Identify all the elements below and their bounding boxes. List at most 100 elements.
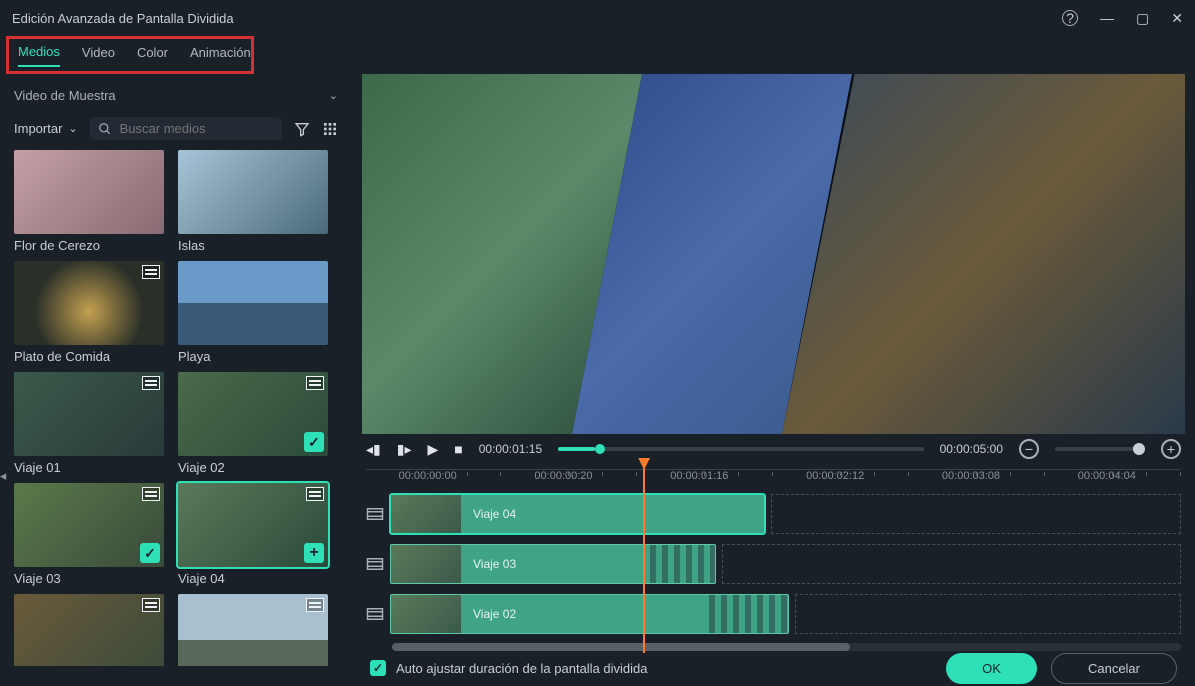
preview-area[interactable]	[362, 74, 1185, 434]
close-button[interactable]: ✕	[1171, 10, 1183, 27]
film-icon	[142, 598, 160, 612]
timeline-clip[interactable]: Viaje 02	[390, 594, 789, 634]
expand-handle-icon[interactable]: ◂	[0, 464, 8, 488]
media-thumb[interactable]	[14, 261, 164, 345]
timeline-track: Viaje 04	[366, 493, 1181, 535]
track-empty-area[interactable]	[771, 494, 1181, 534]
tab-medios[interactable]: Medios	[18, 44, 60, 67]
media-label: Viaje 04	[178, 571, 328, 586]
search-input[interactable]	[120, 121, 274, 136]
video-track-icon	[366, 557, 390, 571]
zoom-slider[interactable]	[1055, 447, 1145, 451]
progress-handle[interactable]	[595, 444, 605, 454]
media-item[interactable]: Viaje 01	[14, 372, 164, 475]
chevron-down-icon: ⌄	[329, 89, 338, 102]
media-label: Viaje 02	[178, 460, 328, 475]
preview-split-3	[782, 74, 1185, 434]
tab-animacion[interactable]: Animación	[190, 45, 251, 66]
ruler-subtick	[976, 472, 977, 476]
ruler-tick-label: 00:00:00:20	[534, 470, 592, 482]
import-button[interactable]: Importar ⌄	[14, 121, 78, 136]
ruler-tick-label: 00:00:01:16	[670, 470, 728, 482]
ruler-subtick	[568, 472, 569, 476]
timeline-scrollbar[interactable]	[392, 643, 1181, 651]
stop-button[interactable]: ■	[454, 441, 462, 457]
media-label: Viaje 03	[14, 571, 164, 586]
total-time: 00:00:05:00	[940, 442, 1003, 456]
media-thumb[interactable]	[178, 261, 328, 345]
ruler-subtick	[1180, 472, 1181, 476]
maximize-button[interactable]: ▢	[1136, 10, 1149, 27]
media-thumb[interactable]	[178, 150, 328, 234]
play-button[interactable]: ▶	[427, 441, 438, 458]
media-sidebar: Video de Muestra ⌄ Importar ⌄ Flor de Ce…	[0, 74, 352, 686]
sidebar-section-header[interactable]: Video de Muestra ⌄	[14, 82, 338, 109]
ruler-subtick	[704, 472, 705, 476]
media-thumb[interactable]	[14, 594, 164, 666]
clip-label: Viaje 02	[473, 607, 516, 621]
auto-adjust-label: Auto ajustar duración de la pantalla div…	[396, 661, 648, 676]
track-empty-area[interactable]	[722, 544, 1181, 584]
cancel-button[interactable]: Cancelar	[1051, 653, 1177, 684]
add-icon[interactable]: +	[304, 543, 324, 563]
tab-video[interactable]: Video	[82, 45, 115, 66]
media-item[interactable]: Plato de Comida	[14, 261, 164, 364]
media-label: Playa	[178, 349, 328, 364]
media-label: Viaje 01	[14, 460, 164, 475]
media-thumb[interactable]	[14, 372, 164, 456]
media-item[interactable]: ✓ Viaje 03	[14, 483, 164, 586]
media-item[interactable]: Flor de Cerezo	[14, 150, 164, 253]
film-icon	[142, 487, 160, 501]
media-item[interactable]: + Viaje 04	[178, 483, 328, 586]
ruler-subtick	[840, 472, 841, 476]
clip-thumb	[391, 545, 461, 583]
media-grid: Flor de CerezoIslasPlato de Comida Playa V…	[14, 150, 338, 666]
ruler-tick: 00:00:03:08	[942, 470, 1000, 482]
film-icon	[142, 376, 160, 390]
import-label: Importar	[14, 121, 62, 136]
timeline-clip[interactable]: Viaje 04	[390, 494, 765, 534]
ok-button[interactable]: OK	[946, 653, 1037, 684]
media-thumb[interactable]	[178, 594, 328, 666]
zoom-in-button[interactable]: +	[1161, 439, 1181, 459]
media-item[interactable]: Viaje 06	[178, 594, 328, 666]
chevron-down-icon: ⌄	[68, 122, 77, 135]
media-item[interactable]: Playa	[178, 261, 328, 364]
media-thumb[interactable]	[14, 150, 164, 234]
footer: ✓ Auto ajustar duración de la pantalla d…	[352, 651, 1195, 686]
auto-adjust-checkbox[interactable]: ✓	[370, 660, 386, 676]
track-empty-area[interactable]	[795, 594, 1181, 634]
scrollbar-thumb[interactable]	[392, 643, 850, 651]
grid-view-icon[interactable]	[322, 121, 338, 137]
filter-icon[interactable]	[294, 121, 310, 137]
clip-label: Viaje 03	[473, 557, 516, 571]
zoom-out-button[interactable]: −	[1019, 439, 1039, 459]
ruler-subtick	[602, 472, 603, 476]
timeline-clip[interactable]: Viaje 03	[390, 544, 716, 584]
timeline-track: Viaje 03	[366, 543, 1181, 585]
clip-fade	[709, 595, 788, 633]
progress-slider[interactable]	[558, 447, 923, 451]
zoom-handle[interactable]	[1133, 443, 1145, 455]
film-icon	[306, 598, 324, 612]
video-track-icon	[366, 607, 390, 621]
media-item[interactable]: Islas	[178, 150, 328, 253]
help-icon[interactable]: ?	[1062, 10, 1078, 26]
tab-color[interactable]: Color	[137, 45, 168, 66]
clip-fade	[650, 545, 715, 583]
media-item[interactable]: ✓ Viaje 02	[178, 372, 328, 475]
media-thumb[interactable]: ✓	[14, 483, 164, 567]
minimize-button[interactable]: —	[1100, 10, 1114, 26]
prev-frame-button[interactable]: ◂▮	[366, 441, 381, 458]
clip-label: Viaje 04	[473, 507, 516, 521]
ruler-subtick	[772, 472, 773, 476]
media-thumb[interactable]: +	[178, 483, 328, 567]
timeline-ruler[interactable]: 00:00:00:0000:00:00:2000:00:01:1600:00:0…	[366, 469, 1181, 493]
window-controls: ? — ▢ ✕	[1062, 10, 1183, 27]
progress-fill	[558, 447, 595, 451]
playhead[interactable]	[643, 468, 645, 653]
next-frame-button[interactable]: ▮▸	[397, 441, 412, 458]
media-item[interactable]: Viaje 05	[14, 594, 164, 666]
ruler-subtick	[433, 472, 434, 476]
media-thumb[interactable]: ✓	[178, 372, 328, 456]
